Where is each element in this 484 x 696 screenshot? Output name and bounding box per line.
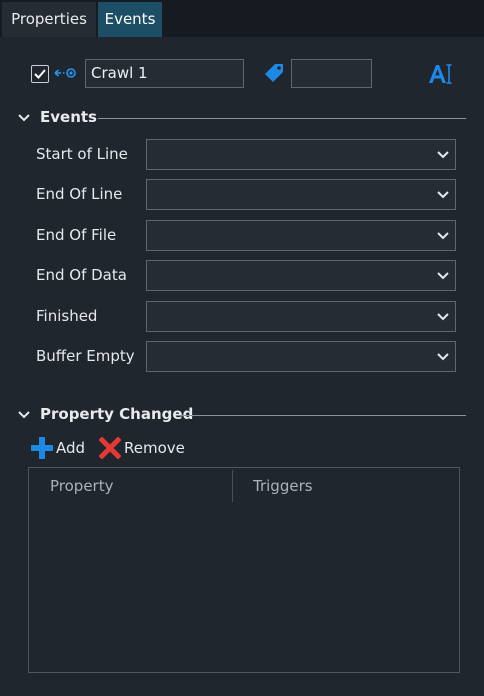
column-header-triggers[interactable]: Triggers [253,477,313,495]
event-select-buffer-empty[interactable] [146,341,456,372]
event-label-finished: Finished [36,307,98,325]
chevron-down-icon [437,313,449,321]
check-icon [34,69,46,79]
event-select-end-of-file[interactable] [146,220,456,251]
event-label-buffer-empty: Buffer Empty [36,347,135,365]
event-select-start-of-line[interactable] [146,139,456,170]
chevron-down-icon [437,232,449,240]
event-select-end-of-data[interactable] [146,260,456,291]
property-changed-section-title: Property Changed [40,405,194,423]
tab-events[interactable]: Events [98,2,162,37]
property-changed-section-header[interactable]: Property Changed [18,405,468,425]
divider [180,415,466,416]
enabled-checkbox[interactable] [31,65,49,83]
event-label-end-of-line: End Of Line [36,185,123,203]
plus-icon [31,437,53,459]
name-input[interactable]: Crawl 1 [85,59,244,88]
event-label-end-of-data: End Of Data [36,266,127,284]
divider [98,118,466,119]
add-button-label: Add [56,439,86,457]
event-select-finished[interactable] [146,301,456,332]
chevron-down-icon [18,411,30,419]
tab-bar: Properties Events [0,0,484,37]
remove-x-icon [99,437,121,459]
add-button[interactable]: Add [31,437,91,459]
tab-properties[interactable]: Properties [2,2,96,37]
column-separator[interactable] [232,470,233,502]
events-section-header[interactable]: Events [18,108,468,128]
link-icon[interactable] [54,66,78,80]
event-select-end-of-line[interactable] [146,179,456,210]
remove-button-label: Remove [124,439,185,457]
events-section-title: Events [40,108,97,126]
chevron-down-icon [437,191,449,199]
event-label-end-of-file: End Of File [36,226,117,244]
text-style-icon[interactable] [428,62,454,86]
chevron-down-icon [18,114,30,122]
column-header-property[interactable]: Property [50,477,113,495]
event-label-start-of-line: Start of Line [36,145,128,163]
remove-button[interactable]: Remove [99,437,189,459]
chevron-down-icon [437,353,449,361]
tag-icon[interactable] [264,63,284,83]
tag-input[interactable] [291,59,372,88]
chevron-down-icon [437,272,449,280]
chevron-down-icon [437,151,449,159]
property-triggers-table[interactable]: Property Triggers [28,467,460,673]
